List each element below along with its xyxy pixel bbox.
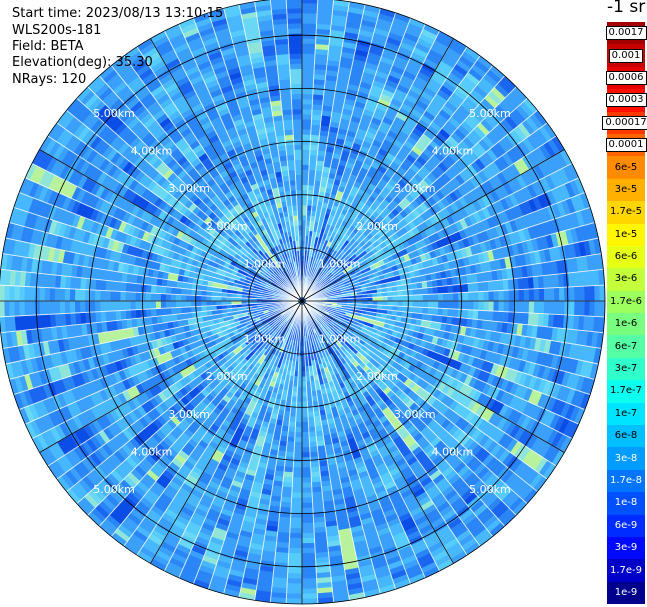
colorbar-level: 1.7e-5 — [607, 201, 645, 224]
colorbar-tick-label: 6e-7 — [614, 340, 638, 352]
colorbar-tick-label: 6e-5 — [614, 161, 638, 173]
colorbar-tick-label: 1e-8 — [614, 497, 638, 509]
colorbar-level: 3e-7 — [607, 357, 645, 381]
colorbar-level: 6e-8 — [607, 425, 645, 448]
elevation-label: Elevation(deg): 35.30 — [12, 55, 153, 70]
colorbar-tick-label: 0.00017 — [602, 115, 647, 130]
colorbar-level: 0.0017 — [605, 22, 647, 45]
colorbar-level: 1.7e-9 — [607, 559, 645, 582]
range-ring-label: 4.00km — [131, 445, 173, 458]
colorbar-unit: -1 sr — [607, 0, 646, 17]
colorbar-level: 6e-6 — [607, 245, 645, 269]
colorbar-tick-label: 1e-9 — [614, 586, 638, 598]
range-ring-label: 2.00km — [356, 220, 398, 233]
range-ring-label: 5.00km — [469, 107, 511, 120]
colorbar-tick-label: 6e-8 — [614, 430, 638, 442]
range-ring-label: 3.00km — [168, 182, 210, 195]
ppi-plot: 1.00km 1.00km 1.00km 1.00km 2.00km 2.00km 2.00… — [0, 0, 606, 605]
field-label: Field: BETA — [12, 39, 84, 54]
colorbar-level: 1.7e-7 — [607, 380, 645, 403]
colorbar-tick-label: 3e-8 — [614, 452, 638, 464]
colorbar-level: 1e-9 — [607, 581, 645, 605]
colorbar-level: 1e-8 — [607, 492, 645, 515]
range-ring-label: 1.00km — [319, 257, 361, 270]
colorbar-level: 0.0001 — [605, 133, 647, 157]
start-time-label: Start time: 2023/08/13 13:10:15 — [12, 6, 224, 21]
range-ring-label: 5.00km — [469, 483, 511, 496]
colorbar-level: 0.00017 — [602, 111, 647, 134]
range-ring-label: 5.00km — [93, 483, 135, 496]
colorbar-tick-label: 0.0001 — [605, 138, 647, 153]
colorbar-tick-label: 3e-6 — [614, 273, 638, 285]
colorbar-tick-label: 3e-7 — [614, 363, 638, 375]
colorbar-tick-label: 1.7e-9 — [609, 564, 643, 576]
colorbar-level: 3e-9 — [607, 536, 645, 560]
colorbar-tick-label: 1e-5 — [614, 228, 638, 240]
colorbar-level: 3e-5 — [607, 178, 645, 202]
range-ring-label: 3.00km — [394, 408, 436, 421]
colorbar-tick-label: 1.7e-6 — [609, 295, 643, 307]
colorbar-level: 1e-5 — [607, 223, 645, 246]
colorbar-level: 0.001 — [607, 44, 645, 67]
colorbar-level: 6e-7 — [607, 335, 645, 358]
colorbar-tick-label: 6e-9 — [614, 519, 638, 531]
colorbar-tick-label: 1.7e-5 — [609, 206, 643, 218]
range-ring-label: 2.00km — [206, 220, 248, 233]
colorbar-tick-label: 6e-6 — [614, 251, 638, 263]
colorbar-tick-label: 0.001 — [608, 48, 644, 63]
colorbar-tick-label: 3e-9 — [614, 542, 638, 554]
range-ring-label: 2.00km — [206, 370, 248, 383]
colorbar: 0.0017 0.001 0.0006 0.0003 0.00017 0.0001 6e-5… — [602, 22, 647, 605]
range-ring-label: 3.00km — [168, 408, 210, 421]
range-ring-label: 1.00km — [319, 333, 361, 346]
colorbar-level: 6e-9 — [607, 514, 645, 537]
colorbar-tick-label: 1e-7 — [614, 407, 638, 419]
colorbar-tick-label: 1.7e-8 — [609, 475, 643, 486]
colorbar-tick-label: 3e-5 — [614, 183, 638, 195]
colorbar-tick-label: 0.0017 — [605, 26, 647, 41]
range-ring-label: 2.00km — [356, 370, 398, 383]
colorbar-level: 0.0003 — [605, 89, 647, 112]
range-ring-label: 4.00km — [432, 445, 474, 458]
instrument-label: WLS200s-181 — [12, 23, 102, 38]
colorbar-level: 1.7e-6 — [607, 290, 645, 314]
range-ring-label: 3.00km — [394, 182, 436, 195]
colorbar-level: 3e-6 — [607, 268, 645, 291]
colorbar-level: 0.0006 — [605, 66, 647, 90]
range-ring-label: 4.00km — [432, 145, 474, 158]
range-ring-label: 1.00km — [244, 333, 286, 346]
colorbar-tick-label: 0.0006 — [605, 70, 647, 85]
colorbar-level: 1e-7 — [607, 402, 645, 426]
range-ring-label: 5.00km — [93, 107, 135, 120]
colorbar-level: 1e-6 — [607, 313, 645, 336]
colorbar-tick-label: 1.7e-7 — [609, 385, 643, 397]
colorbar-tick-label: 1e-6 — [614, 318, 638, 330]
colorbar-level: 1.7e-8 — [607, 469, 645, 493]
colorbar-level: 6e-5 — [607, 156, 645, 179]
nrays-label: NRays: 120 — [12, 72, 87, 87]
colorbar-tick-label: 0.0003 — [605, 93, 647, 108]
range-ring-label: 1.00km — [244, 257, 286, 270]
colorbar-level: 3e-8 — [607, 447, 645, 470]
range-ring-label: 4.00km — [131, 145, 173, 158]
